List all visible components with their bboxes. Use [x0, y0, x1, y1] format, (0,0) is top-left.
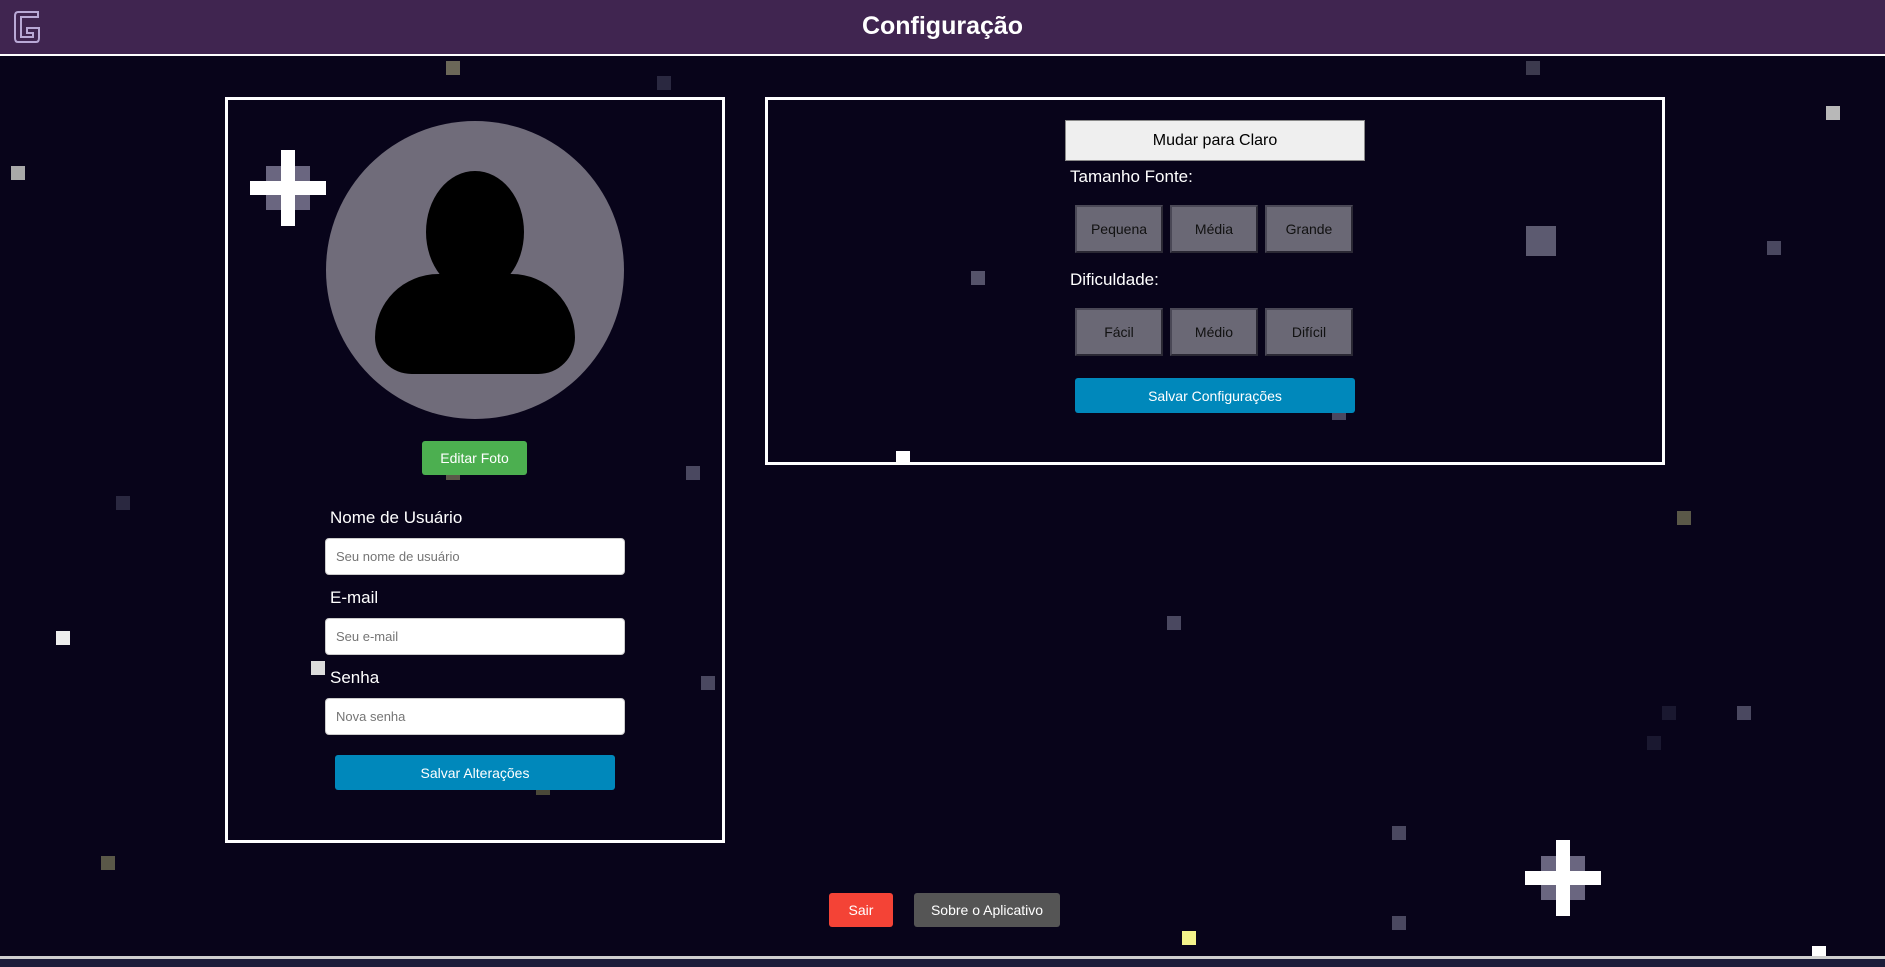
star-pixel	[446, 61, 460, 75]
star-pixel	[1392, 916, 1406, 930]
font-size-large-button[interactable]: Grande	[1265, 205, 1353, 253]
star-pixel	[1812, 946, 1826, 956]
exit-button[interactable]: Sair	[829, 893, 893, 927]
star-pixel	[116, 496, 130, 510]
sparkle-star	[1525, 840, 1601, 916]
star-pixel	[11, 166, 25, 180]
font-size-medium-button[interactable]: Média	[1170, 205, 1258, 253]
save-settings-button[interactable]: Salvar Configurações	[1075, 378, 1355, 413]
star-pixel	[1392, 826, 1406, 840]
email-input[interactable]	[325, 618, 625, 655]
edit-photo-button[interactable]: Editar Foto	[422, 441, 527, 475]
password-input[interactable]	[325, 698, 625, 735]
star-pixel	[1167, 616, 1181, 630]
star-pixel	[657, 76, 671, 90]
email-label: E-mail	[330, 588, 379, 607]
theme-toggle-button[interactable]: Mudar para Claro	[1065, 120, 1365, 161]
star-pixel	[1182, 931, 1196, 945]
star-pixel	[1677, 511, 1691, 525]
username-input[interactable]	[325, 538, 625, 575]
password-label: Senha	[330, 668, 380, 687]
user-avatar-icon	[326, 121, 624, 419]
font-size-label: Tamanho Fonte:	[1070, 167, 1193, 186]
page-title: Configuração	[861, 12, 1024, 40]
save-profile-button[interactable]: Salvar Alterações	[335, 755, 615, 790]
star-pixel	[1526, 61, 1540, 75]
star-pixel	[101, 856, 115, 870]
star-pixel	[1767, 241, 1781, 255]
difficulty-label: Dificuldade:	[1070, 270, 1159, 289]
star-pixel	[1662, 706, 1676, 720]
difficulty-hard-button[interactable]: Difícil	[1265, 308, 1353, 356]
header-bar: Configuração	[0, 0, 1885, 56]
font-size-small-button[interactable]: Pequena	[1075, 205, 1163, 253]
difficulty-medium-button[interactable]: Médio	[1170, 308, 1258, 356]
star-pixel	[56, 631, 70, 645]
settings-page: Configuração Editar Foto Nome de Usuário…	[0, 0, 1885, 967]
star-pixel	[1647, 736, 1661, 750]
bottom-strip	[0, 959, 1885, 967]
about-app-button[interactable]: Sobre o Aplicativo	[914, 893, 1060, 927]
star-pixel	[1737, 706, 1751, 720]
star-pixel	[1826, 106, 1840, 120]
difficulty-easy-button[interactable]: Fácil	[1075, 308, 1163, 356]
username-label: Nome de Usuário	[330, 508, 463, 527]
